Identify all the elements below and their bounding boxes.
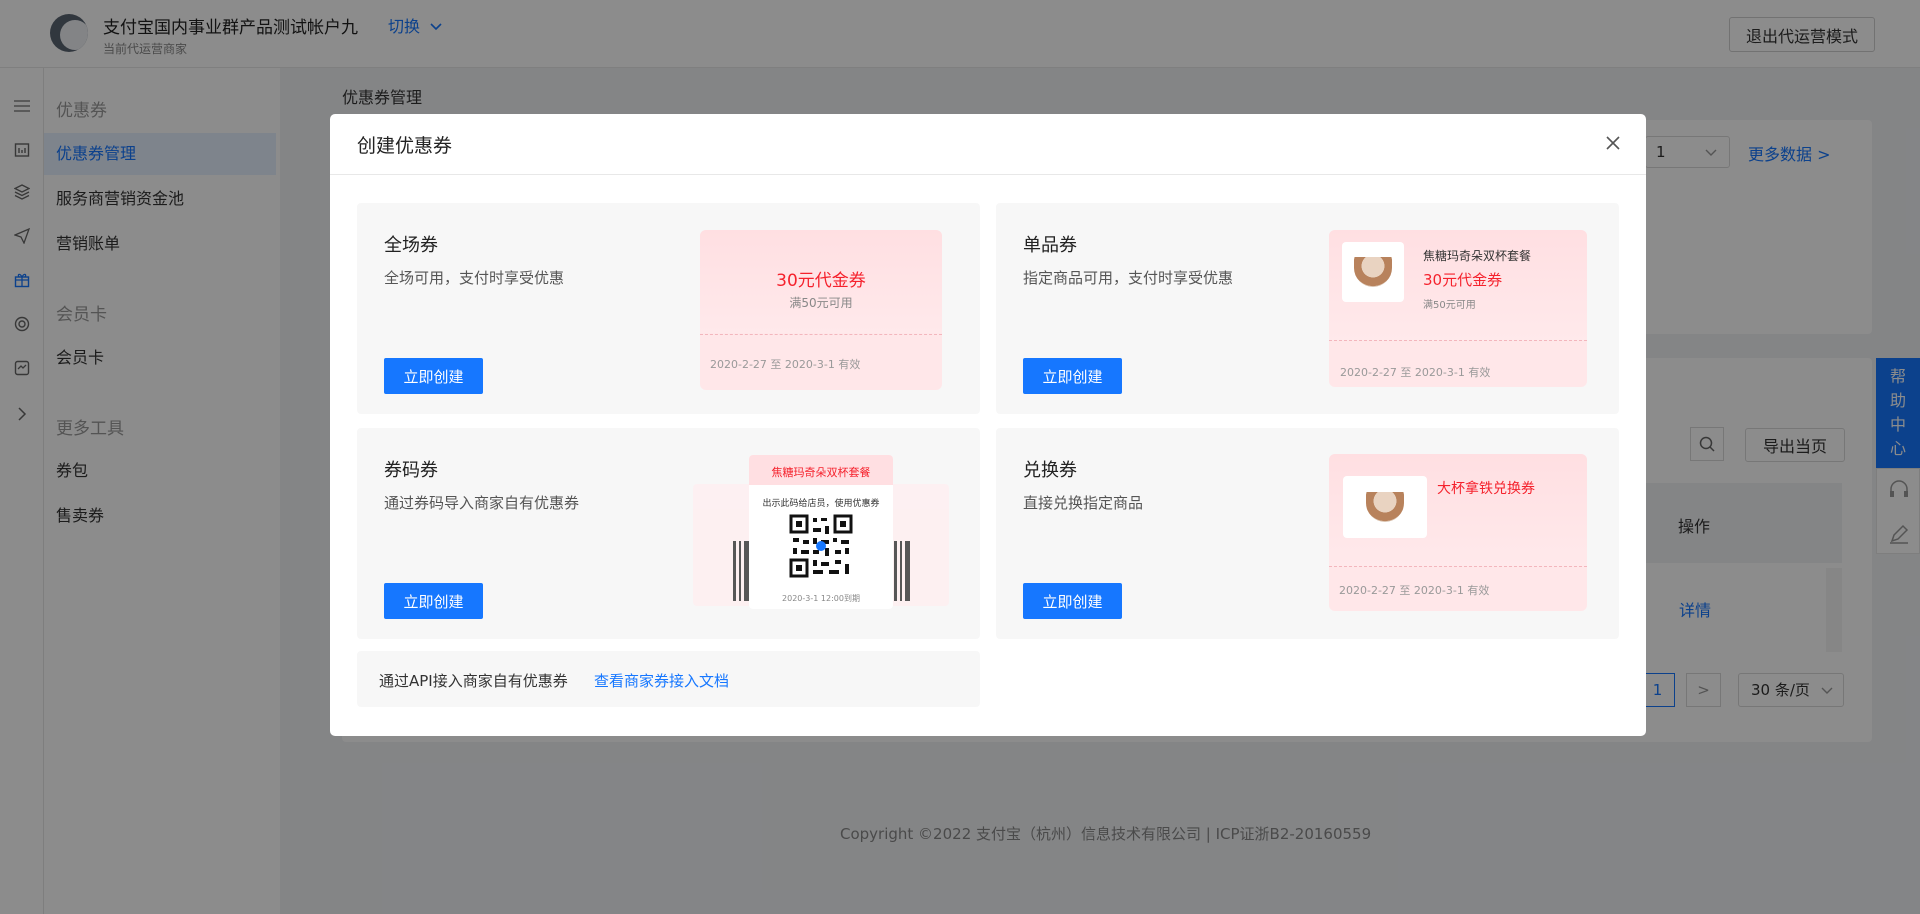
create-code-coupon-button[interactable]: 立即创建 <box>384 583 483 619</box>
preview-date: 2020-2-27 至 2020-3-1 有效 <box>1339 584 1490 597</box>
create-single-item-coupon-button[interactable]: 立即创建 <box>1023 358 1122 394</box>
api-integration-bar: 通过API接入商家自有优惠券 查看商家券接入文档 <box>357 651 980 707</box>
option-title: 单品券 <box>1023 235 1077 256</box>
modal-title: 创建优惠券 <box>357 135 453 157</box>
preview-amount: 30元代金券 <box>776 271 866 291</box>
preview-product: 大杯拿铁兑换券 <box>1437 481 1535 497</box>
option-title: 全场券 <box>384 235 438 256</box>
preview-product: 焦糖玛奇朵双杯套餐 <box>771 466 871 479</box>
coupon-preview: 30元代金券 满50元可用 2020-2-27 至 2020-3-1 有效 <box>700 230 942 390</box>
coffee-image <box>1343 476 1427 538</box>
qr-code-icon <box>789 514 853 578</box>
create-exchange-coupon-button[interactable]: 立即创建 <box>1023 583 1122 619</box>
create-all-store-coupon-button[interactable]: 立即创建 <box>384 358 483 394</box>
preview-condition: 满50元可用 <box>1423 300 1476 311</box>
coupon-option-code: 券码券 通过券码导入商家自有优惠券 立即创建 焦糖玛奇朵双杯套餐 出示此码给店员… <box>357 428 980 639</box>
preview-date: 2020-3-1 12:00到期 <box>782 594 860 603</box>
preview-amount: 30元代金券 <box>1423 271 1503 289</box>
coupon-preview: 大杯拿铁兑换券 2020-2-27 至 2020-3-1 有效 <box>1329 454 1587 611</box>
modal-header: 创建优惠券 <box>330 114 1646 175</box>
option-description: 直接兑换指定商品 <box>1023 494 1144 512</box>
coupon-option-exchange: 兑换券 直接兑换指定商品 立即创建 大杯拿铁兑换券 2020-2-27 至 20… <box>996 428 1619 639</box>
preview-hint: 出示此码给店员，使用优惠券 <box>762 499 880 509</box>
coupon-preview: 焦糖玛奇朵双杯套餐 出示此码给店员，使用优惠券 2020-3-1 12:00到期 <box>749 455 893 609</box>
close-button[interactable] <box>1600 130 1626 156</box>
option-description: 全场可用，支付时享受优惠 <box>384 269 565 287</box>
option-description: 通过券码导入商家自有优惠券 <box>384 494 580 512</box>
api-text: 通过API接入商家自有优惠券 <box>379 672 568 690</box>
coffee-image <box>1342 242 1404 302</box>
coupon-preview: 焦糖玛奇朵双杯套餐 30元代金券 满50元可用 2020-2-27 至 2020… <box>1329 230 1587 387</box>
option-description: 指定商品可用，支付时享受优惠 <box>1023 269 1234 287</box>
coupon-option-single-item: 单品券 指定商品可用，支付时享受优惠 立即创建 焦糖玛奇朵双杯套餐 30元代金券… <box>996 203 1619 414</box>
coupon-option-all-store: 全场券 全场可用，支付时享受优惠 立即创建 30元代金券 满50元可用 2020… <box>357 203 980 414</box>
close-icon <box>1606 136 1620 150</box>
preview-date: 2020-2-27 至 2020-3-1 有效 <box>1340 366 1491 379</box>
preview-condition: 满50元可用 <box>789 296 853 310</box>
create-coupon-modal: 创建优惠券 全场券 全场可用，支付时享受优惠 立即创建 30元代金券 满50元可… <box>330 114 1646 736</box>
preview-date: 2020-2-27 至 2020-3-1 有效 <box>710 358 861 371</box>
option-title: 券码券 <box>384 460 438 481</box>
api-doc-link[interactable]: 查看商家券接入文档 <box>594 670 729 691</box>
option-title: 兑换券 <box>1023 460 1077 481</box>
preview-product: 焦糖玛奇朵双杯套餐 <box>1423 249 1532 263</box>
